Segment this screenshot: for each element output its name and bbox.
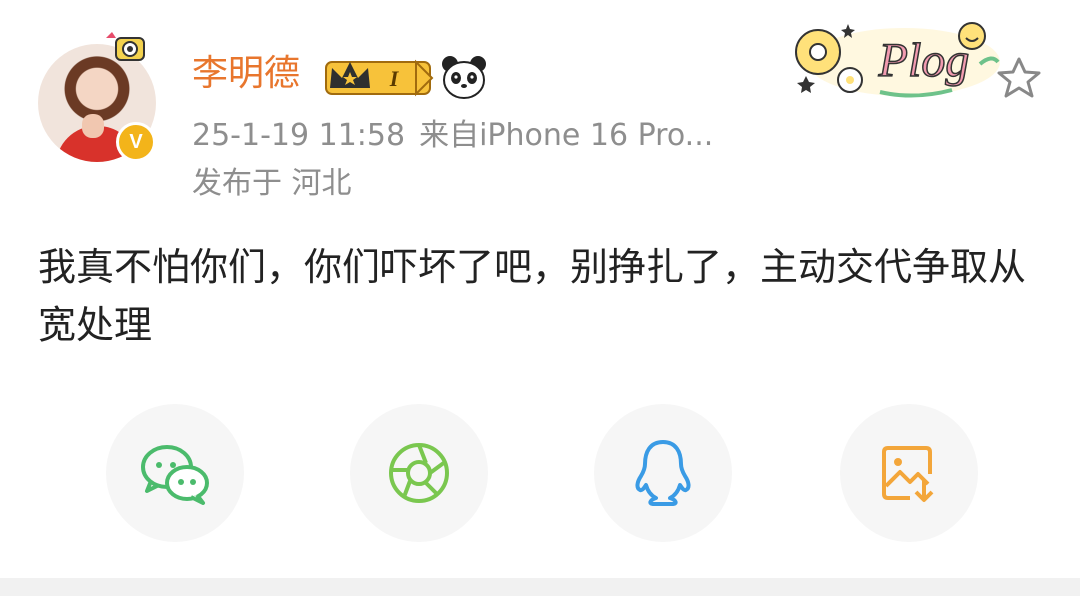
save-image-button[interactable] — [840, 404, 978, 542]
save-image-icon — [882, 446, 934, 502]
level-text: I — [389, 66, 400, 91]
small-flower-icon — [837, 67, 863, 93]
wechat-icon — [141, 445, 209, 505]
favorite-star-icon[interactable] — [996, 56, 1042, 100]
timestamp: 25-1-19 11:58 — [192, 118, 406, 153]
avatar-hand — [82, 114, 104, 138]
plog-sticker-icon: Plog — [795, 22, 1000, 98]
share-qq-button[interactable] — [594, 404, 732, 542]
username[interactable]: 李明德 — [192, 52, 300, 96]
share-wechat-button[interactable] — [106, 404, 244, 542]
footer-divider — [0, 578, 1080, 596]
location: 发布于 河北 — [192, 166, 352, 201]
post-meta: 25-1-19 11:58 来自iPhone 16 Pro... — [192, 116, 713, 156]
moments-icon — [389, 443, 449, 503]
post-content: 我真不怕你们，你们吓坏了吧，别挣扎了，主动交代争取从宽处理 — [38, 245, 1027, 347]
panda-icon — [442, 56, 486, 99]
source-device[interactable]: 来自iPhone 16 Pro... — [419, 118, 713, 153]
camera-icon — [106, 32, 145, 61]
crown-level-badge[interactable]: I — [324, 58, 436, 98]
share-moments-button[interactable] — [350, 404, 488, 542]
flower-icon — [795, 29, 841, 75]
verified-badge: V — [116, 122, 156, 162]
qq-icon — [635, 440, 691, 506]
plog-sticker-text: Plog — [878, 34, 970, 87]
